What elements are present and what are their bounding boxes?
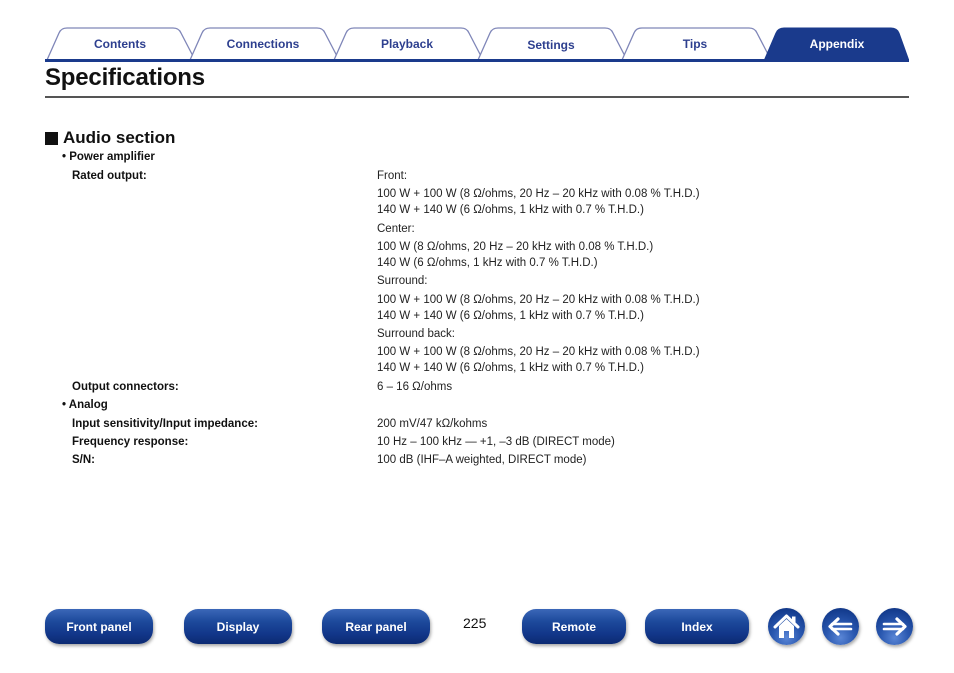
page-number: 225 xyxy=(463,615,487,631)
spec-value: Surround back: xyxy=(377,328,455,340)
spec-value: 140 W + 140 W (6 Ω/ohms, 1 kHz with 0.7 … xyxy=(377,310,644,322)
spec-value: 140 W + 140 W (6 Ω/ohms, 1 kHz with 0.7 … xyxy=(377,362,644,374)
group-heading-power-amplifier: • Power amplifier xyxy=(62,151,155,163)
spec-value: 140 W + 140 W (6 Ω/ohms, 1 kHz with 0.7 … xyxy=(377,204,644,216)
tab-bar: Contents Connections Playback Settings T… xyxy=(45,27,909,63)
spec-label-output-connectors: Output connectors: xyxy=(72,381,179,393)
spec-value: 100 W + 100 W (8 Ω/ohms, 20 Hz – 20 kHz … xyxy=(377,188,700,200)
forward-button[interactable] xyxy=(876,608,913,645)
tab-connections[interactable]: Connections xyxy=(202,35,324,53)
rear-panel-button[interactable]: Rear panel xyxy=(322,609,430,644)
tab-tips[interactable]: Tips xyxy=(634,35,756,53)
spec-value: Center: xyxy=(377,223,415,235)
title-divider xyxy=(45,96,909,98)
tab-contents[interactable]: Contents xyxy=(59,35,181,53)
remote-button[interactable]: Remote xyxy=(522,609,626,644)
page-title: Specifications xyxy=(45,64,205,91)
index-button[interactable]: Index xyxy=(645,609,749,644)
spec-value: Surround: xyxy=(377,275,428,287)
spec-value: 140 W (6 Ω/ohms, 1 kHz with 0.7 % T.H.D.… xyxy=(377,257,598,269)
tab-settings[interactable]: Settings xyxy=(490,36,612,54)
group-title: Power amplifier xyxy=(69,151,155,163)
spec-value: 10 Hz – 100 kHz — +1, –3 dB (DIRECT mode… xyxy=(377,436,615,448)
tab-appendix[interactable]: Appendix xyxy=(776,35,898,53)
spec-value: Front: xyxy=(377,170,408,182)
spec-value: 100 dB (IHF–A weighted, DIRECT mode) xyxy=(377,454,587,466)
spec-label-rated-output: Rated output: xyxy=(72,170,147,182)
spec-label-input-sensitivity: Input sensitivity/Input impedance: xyxy=(72,418,258,430)
group-title: Analog xyxy=(68,399,108,411)
front-panel-button[interactable]: Front panel xyxy=(45,609,153,644)
arrow-right-icon xyxy=(882,617,907,636)
square-bullet-icon xyxy=(45,131,58,145)
spec-value: 100 W + 100 W (8 Ω/ohms, 20 Hz – 20 kHz … xyxy=(377,346,700,358)
spec-label-frequency-response: Frequency response: xyxy=(72,436,189,448)
spec-value: 100 W (8 Ω/ohms, 20 Hz – 20 kHz with 0.0… xyxy=(377,241,654,253)
tab-playback[interactable]: Playback xyxy=(346,35,468,53)
home-icon xyxy=(773,614,800,638)
section-heading: Audio section xyxy=(45,128,175,148)
spec-value: 6 – 16 Ω/ohms xyxy=(377,381,453,393)
display-button[interactable]: Display xyxy=(184,609,292,644)
spec-label-sn: S/N: xyxy=(72,454,95,466)
arrow-left-icon xyxy=(828,617,853,636)
spec-value: 200 mV/47 kΩ/kohms xyxy=(377,418,488,430)
group-heading-analog: • Analog xyxy=(62,399,108,411)
section-title: Audio section xyxy=(63,128,176,147)
home-button[interactable] xyxy=(768,608,805,645)
spec-value: 100 W + 100 W (8 Ω/ohms, 20 Hz – 20 kHz … xyxy=(377,294,700,306)
back-button[interactable] xyxy=(822,608,859,645)
